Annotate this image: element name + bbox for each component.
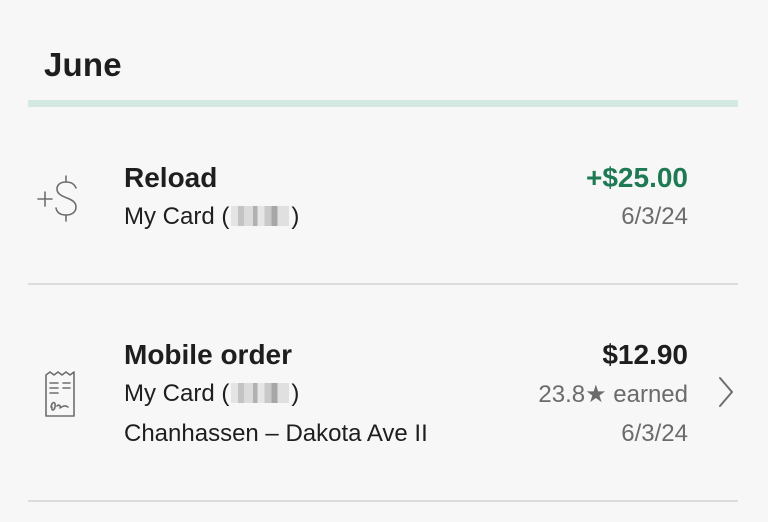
transaction-amount: +$25.00 xyxy=(586,162,688,193)
transaction-history-page: June Reload My Card () +$25.00 6/3/24 Mo… xyxy=(0,0,768,522)
transaction-mobile-order[interactable]: Mobile order My Card () Chanhassen – Dak… xyxy=(28,285,738,500)
stars-earned: 23.8★ earned xyxy=(538,381,688,408)
receipt-icon xyxy=(44,371,76,422)
transaction-reload[interactable]: Reload My Card () +$25.00 6/3/24 xyxy=(28,108,738,283)
masked-card-number xyxy=(231,206,290,226)
chevron-right-icon[interactable] xyxy=(716,375,736,414)
transaction-title: Reload xyxy=(124,162,218,193)
row-divider xyxy=(28,500,738,502)
transaction-amount: $12.90 xyxy=(602,339,688,370)
month-divider xyxy=(28,100,738,107)
transaction-date: 6/3/24 xyxy=(621,203,688,230)
masked-card-number xyxy=(231,383,290,403)
store-location: Chanhassen – Dakota Ave II xyxy=(124,420,428,447)
transaction-date: 6/3/24 xyxy=(621,420,688,447)
month-heading: June xyxy=(44,46,122,83)
card-label: My Card () xyxy=(124,203,300,230)
transaction-title: Mobile order xyxy=(124,339,293,370)
reload-dollar-icon xyxy=(36,174,84,229)
card-label: My Card () xyxy=(124,380,300,407)
